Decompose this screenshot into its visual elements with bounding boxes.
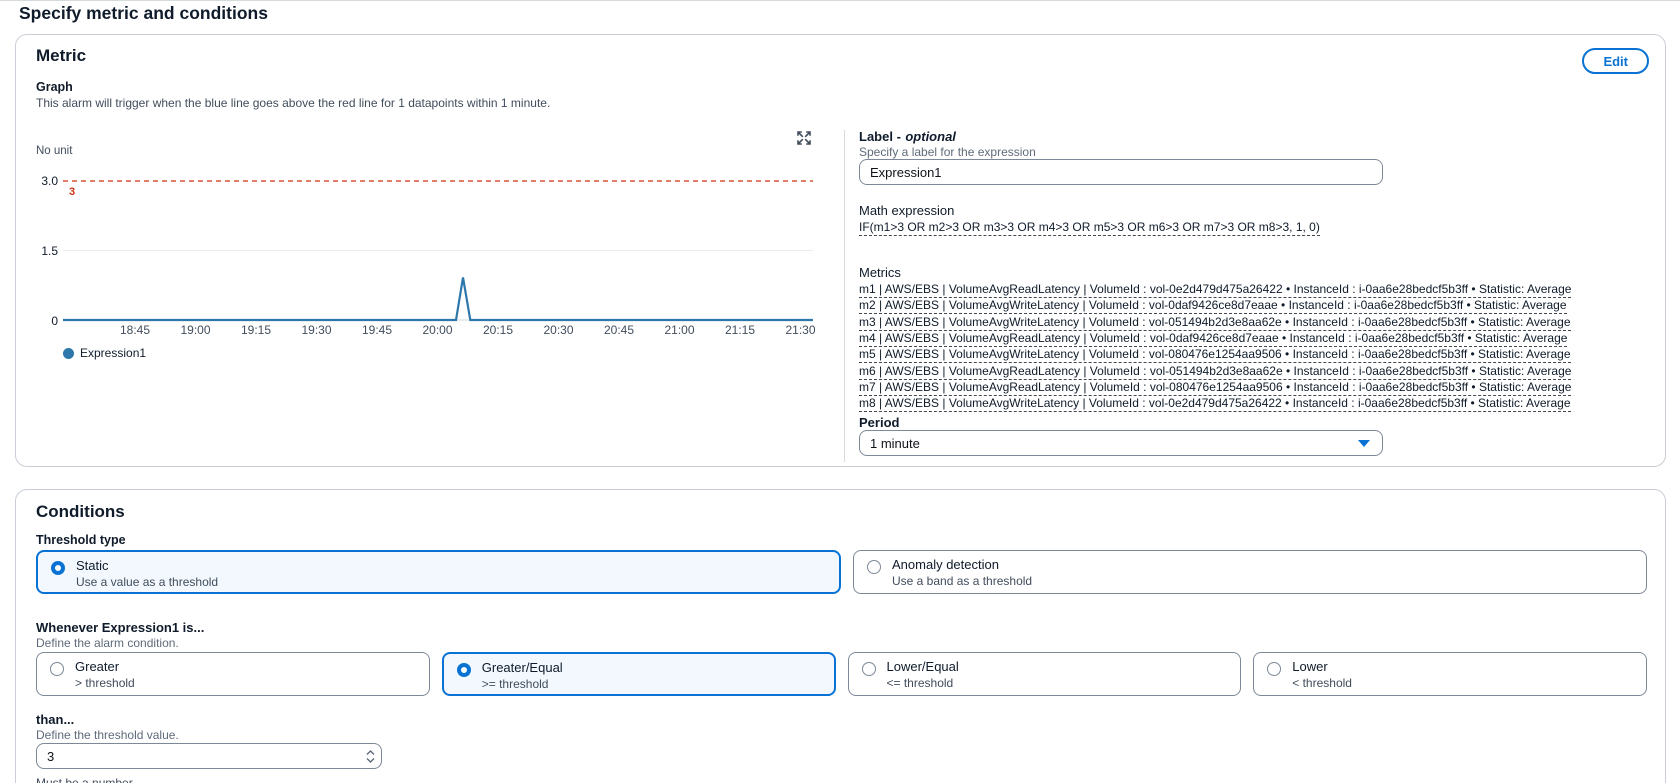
edit-button[interactable]: Edit [1582, 48, 1649, 74]
number-stepper[interactable] [359, 749, 381, 763]
svg-text:20:30: 20:30 [543, 323, 573, 337]
period-select[interactable]: 1 minute [859, 430, 1383, 456]
radio-unselected-icon[interactable] [861, 662, 876, 676]
page: Specify metric and conditions Metric Edi… [0, 0, 1680, 783]
metric-chart-plot[interactable]: 3 18:45 19:00 19:15 19:30 19:45 20:00 20:15 20:3… [63, 162, 815, 344]
y-tick-1-5: 1.5 [41, 244, 58, 258]
graph-description: This alarm will trigger when the blue li… [36, 96, 551, 110]
option-description: <= threshold [886, 676, 954, 690]
legend-item-expression1[interactable]: Expression1 [63, 346, 146, 360]
whenever-label: Whenever Expression1 is... [36, 620, 205, 635]
svg-text:3: 3 [69, 186, 75, 198]
than-help: Define the threshold value. [36, 728, 179, 742]
period-selected-value: 1 minute [870, 435, 920, 451]
option-description: < threshold [1292, 676, 1352, 690]
legend-color-dot [63, 347, 74, 359]
option-description: > threshold [75, 676, 135, 690]
radio-unselected-icon[interactable] [50, 662, 64, 676]
option-label: Static [76, 558, 109, 573]
metrics-list: m1 | AWS/EBS | VolumeAvgReadLatency | Vo… [859, 282, 1572, 413]
svg-text:18:45: 18:45 [120, 323, 150, 337]
threshold-type-label: Threshold type [36, 533, 126, 547]
threshold-type-option-anomaly-detection[interactable]: Anomaly detection Use a band as a thresh… [853, 550, 1647, 594]
metrics-label: Metrics [859, 265, 901, 280]
metric-card: Metric Edit Graph This alarm will trigge… [15, 34, 1666, 467]
label-field-heading: Label - optional [859, 129, 956, 144]
option-label: Anomaly detection [892, 557, 999, 572]
metric-row-m7: m7 | AWS/EBS | VolumeAvgReadLatency | Vo… [859, 380, 1572, 397]
math-expression-value: IF(m1>3 OR m2>3 OR m3>3 OR m4>3 OR m5>3 … [859, 220, 1320, 236]
legend-label: Expression1 [80, 346, 147, 360]
svg-text:19:00: 19:00 [180, 323, 210, 337]
panel-divider [844, 130, 845, 462]
metric-row-m1: m1 | AWS/EBS | VolumeAvgReadLatency | Vo… [859, 282, 1572, 298]
y-tick-3: 3.0 [41, 174, 58, 188]
option-label: Lower/Equal [886, 659, 959, 674]
metric-row-m4: m4 | AWS/EBS | VolumeAvgReadLatency | Vo… [859, 331, 1568, 348]
page-title: Specify metric and conditions [19, 3, 268, 23]
option-description: Use a value as a threshold [76, 575, 219, 589]
chevron-down-icon [1358, 439, 1370, 447]
conditions-card: Conditions Threshold type Static Use a v… [15, 489, 1666, 783]
radio-selected-icon[interactable] [456, 663, 471, 677]
expression-label-input[interactable] [859, 159, 1383, 185]
option-description: >= threshold [481, 677, 549, 691]
metric-row-m5: m5 | AWS/EBS | VolumeAvgWriteLatency | V… [859, 347, 1571, 364]
operator-option-greater-equal[interactable]: Greater/Equal >= threshold [441, 652, 836, 696]
stepper-up-icon[interactable] [366, 749, 375, 756]
math-expression-label: Math expression [859, 203, 955, 218]
option-label: Lower [1292, 659, 1328, 674]
threshold-value-field [36, 743, 382, 769]
option-description: Use a band as a threshold [892, 574, 1033, 588]
svg-text:20:00: 20:00 [422, 323, 452, 337]
whenever-help: Define the alarm condition. [36, 636, 179, 650]
option-label: Greater/Equal [481, 660, 563, 675]
operator-option-lower[interactable]: Lower < threshold [1253, 652, 1647, 696]
graph-label: Graph [36, 80, 73, 94]
y-tick-0: 0 [51, 314, 58, 328]
validation-hint: Must be a number. [36, 776, 136, 783]
threshold-value-input[interactable] [37, 748, 359, 764]
metric-row-m6: m6 | AWS/EBS | VolumeAvgReadLatency | Vo… [859, 363, 1572, 380]
stepper-down-icon[interactable] [366, 757, 375, 763]
period-label: Period [859, 415, 900, 430]
svg-text:21:00: 21:00 [664, 323, 694, 337]
conditions-card-title: Conditions [36, 502, 125, 521]
svg-text:19:15: 19:15 [241, 323, 271, 337]
svg-text:20:15: 20:15 [483, 323, 513, 337]
threshold-type-option-static[interactable]: Static Use a value as a threshold [36, 550, 841, 594]
radio-unselected-icon[interactable] [867, 560, 881, 574]
svg-text:21:15: 21:15 [725, 323, 755, 337]
svg-text:19:45: 19:45 [362, 323, 392, 337]
label-field-help: Specify a label for the expression [859, 145, 1036, 159]
metric-row-m2: m2 | AWS/EBS | VolumeAvgWriteLatency | V… [859, 298, 1567, 315]
metric-row-m8: m8 | AWS/EBS | VolumeAvgWriteLatency | V… [859, 396, 1571, 413]
than-label: than... [36, 712, 75, 727]
metric-card-title: Metric [36, 46, 87, 65]
operator-option-lower-equal[interactable]: Lower/Equal <= threshold [847, 652, 1242, 696]
radio-unselected-icon[interactable] [1267, 662, 1282, 676]
metric-row-m3: m3 | AWS/EBS | VolumeAvgWriteLatency | V… [859, 314, 1571, 331]
expand-chart-icon[interactable] [796, 130, 812, 146]
chart-unit-label: No unit [36, 145, 73, 157]
svg-text:21:30: 21:30 [785, 323, 815, 337]
option-label: Greater [75, 659, 120, 674]
svg-text:19:30: 19:30 [301, 323, 331, 337]
operator-option-greater[interactable]: Greater > threshold [36, 652, 430, 696]
svg-text:20:45: 20:45 [604, 323, 634, 337]
radio-selected-icon[interactable] [51, 561, 65, 575]
